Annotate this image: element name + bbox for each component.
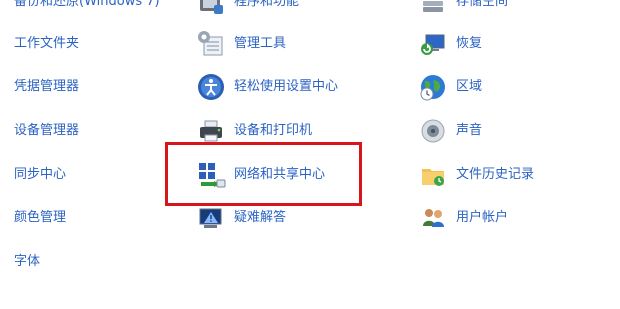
item-label: 存储空间 xyxy=(456,0,509,9)
printer-icon xyxy=(196,116,226,146)
item-ease-of-access[interactable]: 轻松使用设置中心 xyxy=(196,71,338,103)
item-label: 用户帐户 xyxy=(456,210,509,225)
programs-features-icon xyxy=(196,0,226,17)
troubleshooting-icon xyxy=(196,203,226,233)
item-color-management[interactable]: 颜色管理 xyxy=(14,202,66,234)
item-fonts[interactable]: 字体 xyxy=(14,246,40,278)
item-sound[interactable]: 声音 xyxy=(418,115,482,147)
item-programs-features[interactable]: 程序和功能 xyxy=(196,0,299,18)
item-label: 工作文件夹 xyxy=(14,36,80,51)
item-credential-manager[interactable]: 凭据管理器 xyxy=(14,71,79,103)
item-label: 恢复 xyxy=(456,36,483,51)
item-label: 备份和还原(Windows 7) xyxy=(14,0,160,9)
item-storage-spaces[interactable]: 存储空间 xyxy=(418,0,508,18)
item-label: 轻松使用设置中心 xyxy=(234,79,339,94)
item-label: 颜色管理 xyxy=(14,210,67,225)
item-label: 设备和打印机 xyxy=(234,123,313,138)
speaker-icon xyxy=(418,116,448,146)
ease-of-access-icon xyxy=(196,72,226,102)
network-sharing-icon xyxy=(196,160,226,190)
item-label: 凭据管理器 xyxy=(14,79,80,94)
item-label: 管理工具 xyxy=(234,36,287,51)
item-label: 声音 xyxy=(456,123,483,138)
item-user-accounts[interactable]: 用户帐户 xyxy=(418,202,508,234)
user-accounts-icon xyxy=(418,203,448,233)
item-label: 字体 xyxy=(14,254,41,269)
item-label: 同步中心 xyxy=(14,167,67,182)
storage-spaces-icon xyxy=(418,0,448,17)
item-region[interactable]: 区域 xyxy=(418,71,482,103)
item-file-history[interactable]: 文件历史记录 xyxy=(418,159,534,191)
item-label: 文件历史记录 xyxy=(456,167,535,182)
file-history-folder-icon xyxy=(418,160,448,190)
item-troubleshooting[interactable]: 疑难解答 xyxy=(196,202,286,234)
recovery-icon xyxy=(418,29,448,59)
item-administrative-tools[interactable]: 管理工具 xyxy=(196,28,286,60)
item-label: 区域 xyxy=(456,79,483,94)
admin-tools-icon xyxy=(196,29,226,59)
item-label: 疑难解答 xyxy=(234,210,287,225)
item-label: 设备管理器 xyxy=(14,123,80,138)
item-work-folders[interactable]: 工作文件夹 xyxy=(14,28,79,60)
item-sync-center[interactable]: 同步中心 xyxy=(14,159,66,191)
item-network-sharing-center[interactable]: 网络和共享中心 xyxy=(196,159,325,191)
item-backup-restore[interactable]: 备份和还原(Windows 7) xyxy=(14,0,160,18)
item-device-manager[interactable]: 设备管理器 xyxy=(14,115,79,147)
item-devices-printers[interactable]: 设备和打印机 xyxy=(196,115,312,147)
item-label: 程序和功能 xyxy=(234,0,300,9)
region-globe-icon xyxy=(418,72,448,102)
item-recovery[interactable]: 恢复 xyxy=(418,28,482,60)
item-label: 网络和共享中心 xyxy=(234,167,326,182)
